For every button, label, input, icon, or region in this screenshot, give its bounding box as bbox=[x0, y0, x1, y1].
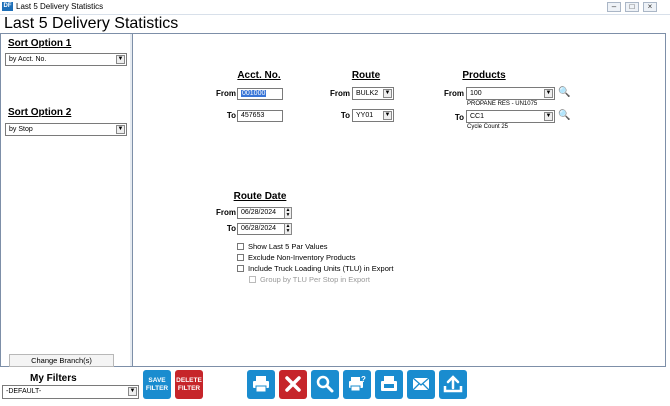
route-from-value: BULK2 bbox=[356, 90, 379, 97]
products-to-value: CC1 bbox=[470, 113, 485, 120]
app-icon: DF bbox=[2, 2, 13, 11]
route-to-select[interactable]: YY01 ▼ bbox=[352, 109, 394, 122]
products-to-description: Cycle Count 25 bbox=[467, 124, 509, 130]
sort-option-2-label: Sort Option 2 bbox=[8, 107, 72, 118]
products-from-description: PROPANE RES - UN1075 bbox=[467, 101, 538, 107]
route-date-from-label: From bbox=[216, 208, 236, 217]
date-spinner-icon[interactable]: ▲ ▼ bbox=[284, 207, 292, 219]
route-to-label: To bbox=[340, 111, 350, 120]
group-by-tlu-label: Group by TLU Per Stop in Export bbox=[260, 275, 370, 284]
route-date-from-input[interactable]: 06/28/2024 bbox=[237, 207, 285, 219]
acct-to-input[interactable]: 457653 bbox=[237, 110, 283, 122]
delete-filter-label: DELETE FILTER bbox=[176, 377, 202, 392]
minimize-icon: – bbox=[611, 2, 617, 11]
acct-no-heading: Acct. No. bbox=[237, 70, 281, 81]
chevron-down-icon: ▼ bbox=[544, 112, 553, 121]
date-spinner-icon[interactable]: ▲ ▼ bbox=[284, 223, 292, 235]
acct-from-label: From bbox=[216, 89, 236, 98]
save-filter-label: SAVE FILTER bbox=[145, 377, 169, 392]
fax-button[interactable] bbox=[375, 370, 403, 399]
binoculars-icon[interactable]: 🔍 bbox=[558, 88, 570, 98]
route-date-from-value: 06/28/2024 bbox=[241, 209, 277, 216]
my-filters-label: My Filters bbox=[30, 373, 77, 384]
products-to-select[interactable]: CC1 ▼ bbox=[466, 110, 555, 123]
export-button[interactable] bbox=[439, 370, 467, 399]
print-options-button[interactable]: ? bbox=[343, 370, 371, 399]
products-heading: Products bbox=[462, 70, 506, 81]
group-by-tlu-checkbox[interactable] bbox=[249, 276, 256, 283]
close-x-icon bbox=[285, 376, 301, 392]
show-last-5-par-checkbox[interactable] bbox=[237, 243, 244, 250]
sort-option-2-select[interactable]: by Stop ▼ bbox=[5, 123, 127, 136]
products-to-label: To bbox=[454, 113, 464, 122]
include-tlu-checkbox[interactable] bbox=[237, 265, 244, 272]
sort-option-1-value: by Acct. No. bbox=[9, 56, 47, 63]
products-from-value: 100 bbox=[470, 90, 482, 97]
maximize-button[interactable]: □ bbox=[625, 2, 639, 12]
chevron-down-icon: ▼ bbox=[128, 387, 137, 396]
route-date-to-value: 06/28/2024 bbox=[241, 225, 277, 232]
change-branch-button[interactable]: Change Branch(s) bbox=[9, 354, 114, 367]
email-button[interactable] bbox=[407, 370, 435, 399]
show-last-5-par-label: Show Last 5 Par Values bbox=[248, 242, 328, 251]
route-date-to-input[interactable]: 06/28/2024 bbox=[237, 223, 285, 235]
sort-option-1-select[interactable]: by Acct. No. ▼ bbox=[5, 53, 127, 66]
include-tlu-label: Include Truck Loading Units (TLU) in Exp… bbox=[248, 264, 394, 273]
panel-divider bbox=[132, 34, 133, 366]
route-date-to-label: To bbox=[226, 224, 236, 233]
window-title: Last 5 Delivery Statistics bbox=[16, 2, 104, 11]
preview-button[interactable] bbox=[311, 370, 339, 399]
cancel-button[interactable] bbox=[279, 370, 307, 399]
svg-text:?: ? bbox=[361, 375, 366, 384]
chevron-down-icon: ▼ bbox=[383, 111, 392, 120]
products-from-label: From bbox=[444, 89, 464, 98]
my-filters-value: -DEFAULT- bbox=[6, 388, 42, 395]
acct-to-label: To bbox=[226, 111, 236, 120]
chevron-down-icon: ▼ bbox=[383, 89, 392, 98]
route-from-label: From bbox=[330, 89, 350, 98]
content-frame bbox=[0, 33, 666, 367]
route-heading: Route bbox=[351, 70, 381, 81]
chevron-down-icon: ▼ bbox=[544, 89, 553, 98]
exclude-non-inventory-label: Exclude Non-Inventory Products bbox=[248, 253, 356, 262]
print-button[interactable] bbox=[247, 370, 275, 399]
sort-option-1-label: Sort Option 1 bbox=[8, 38, 72, 49]
binoculars-icon[interactable]: 🔍 bbox=[558, 111, 570, 121]
panel-gutter bbox=[130, 34, 132, 366]
chevron-down-icon: ▼ bbox=[116, 55, 125, 64]
route-from-select[interactable]: BULK2 ▼ bbox=[352, 87, 394, 100]
fax-icon bbox=[381, 376, 397, 391]
acct-from-input[interactable]: 001000 bbox=[237, 88, 283, 100]
envelope-icon bbox=[412, 377, 430, 391]
products-from-select[interactable]: 100 ▼ bbox=[466, 87, 555, 100]
save-filter-button[interactable]: SAVE FILTER bbox=[143, 370, 171, 399]
route-date-heading: Route Date bbox=[233, 191, 287, 202]
minimize-button[interactable]: – bbox=[607, 2, 621, 12]
route-to-value: YY01 bbox=[356, 112, 374, 119]
printer-help-icon: ? bbox=[349, 375, 366, 392]
delete-filter-button[interactable]: DELETE FILTER bbox=[175, 370, 203, 399]
acct-from-value: 001000 bbox=[241, 90, 267, 97]
exclude-non-inventory-checkbox[interactable] bbox=[237, 254, 244, 261]
upload-export-icon bbox=[443, 375, 463, 393]
printer-icon bbox=[253, 376, 269, 393]
chevron-down-icon: ▼ bbox=[116, 125, 125, 134]
my-filters-select[interactable]: -DEFAULT- ▼ bbox=[2, 385, 139, 399]
page-title: Last 5 Delivery Statistics bbox=[4, 15, 179, 32]
close-icon: × bbox=[647, 2, 653, 11]
sort-option-2-value: by Stop bbox=[9, 126, 33, 133]
acct-to-value: 457653 bbox=[241, 112, 265, 119]
close-window-button[interactable]: × bbox=[643, 2, 657, 12]
maximize-icon: □ bbox=[629, 2, 635, 11]
magnifier-icon bbox=[316, 375, 334, 393]
